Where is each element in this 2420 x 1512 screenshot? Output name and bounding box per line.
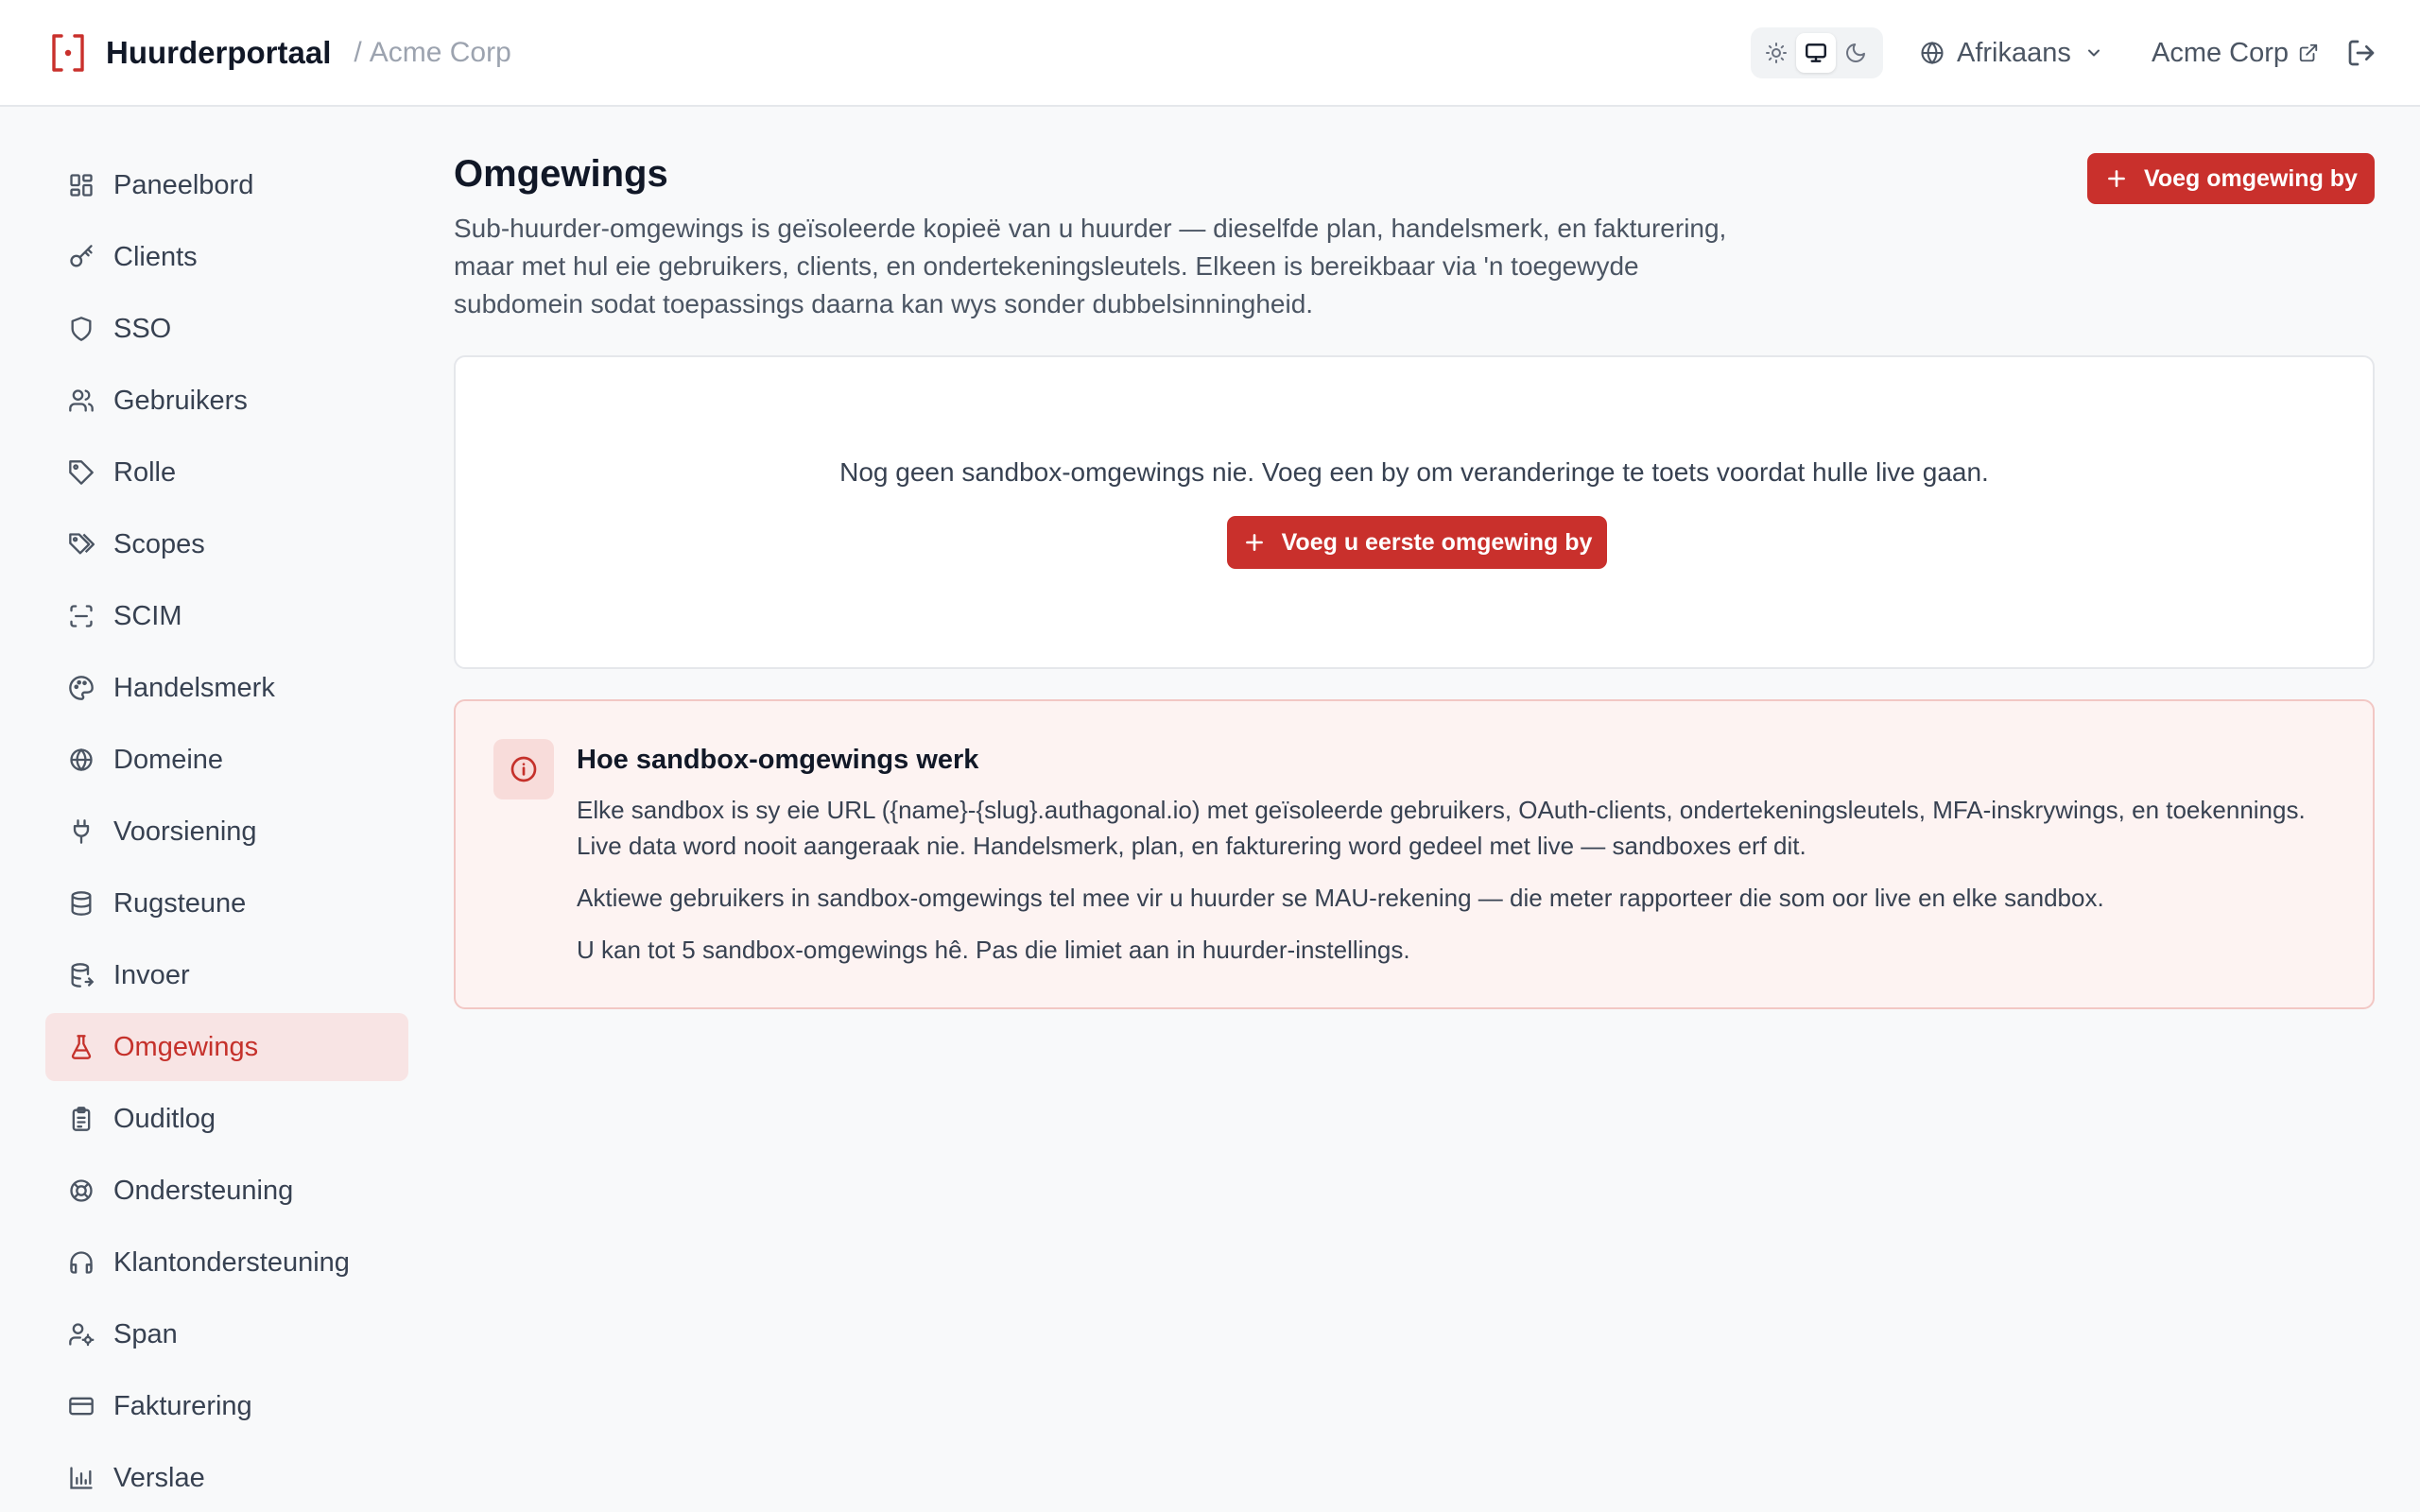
sidebar-item-ouditlog[interactable]: Ouditlog	[45, 1085, 408, 1153]
sidebar-item-invoer[interactable]: Invoer	[45, 941, 408, 1009]
sidebar-item-label: Rugsteune	[113, 887, 247, 919]
palette-icon	[66, 673, 96, 703]
sidebar-item-label: Ouditlog	[113, 1103, 216, 1134]
sidebar-item-label: Voorsiening	[113, 816, 257, 847]
plus-icon	[1242, 530, 1267, 555]
globe-icon	[66, 745, 96, 775]
sidebar-item-label: SSO	[113, 313, 172, 344]
lifebuoy-icon	[66, 1176, 96, 1206]
credit-card-icon	[66, 1391, 96, 1421]
theme-dark-button[interactable]	[1836, 33, 1876, 73]
sidebar-item-label: SCIM	[113, 600, 182, 631]
sidebar-item-scopes[interactable]: Scopes	[45, 510, 408, 578]
plus-icon	[2104, 166, 2129, 191]
add-first-environment-label: Voeg u eerste omgewing by	[1281, 528, 1593, 556]
globe-icon	[1919, 40, 1945, 66]
monitor-icon	[1804, 41, 1828, 65]
plug-icon	[66, 816, 96, 847]
sidebar-item-label: Gebruikers	[113, 385, 248, 416]
sidebar-item-rolle[interactable]: Rolle	[45, 438, 408, 507]
info-callout: Hoe sandbox-omgewings werk Elke sandbox …	[454, 699, 2375, 1009]
empty-state-card: Nog geen sandbox-omgewings nie. Voeg een…	[454, 355, 2375, 669]
info-body: Elke sandbox is sy eie URL ({name}-{slug…	[577, 792, 2344, 984]
clipboard-icon	[66, 1104, 96, 1134]
database-import-icon	[66, 960, 96, 990]
info-paragraph: U kan tot 5 sandbox-omgewings hê. Pas di…	[577, 936, 1410, 964]
breadcrumb-org: Acme Corp	[369, 37, 511, 68]
sidebar-item-label: Span	[113, 1318, 178, 1349]
info-paragraph: Aktiewe gebruikers in sandbox-omgewings …	[577, 884, 2104, 912]
sidebar-item-rugsteune[interactable]: Rugsteune	[45, 869, 408, 937]
empty-state-message: Nog geen sandbox-omgewings nie. Voeg een…	[839, 457, 1989, 487]
moon-icon	[1844, 42, 1867, 64]
sidebar-item-clients[interactable]: Clients	[45, 223, 408, 291]
brand[interactable]: Huurderportaal / Acme Corp	[49, 28, 511, 77]
sidebar-item-label: Rolle	[113, 456, 177, 488]
shield-icon	[66, 314, 96, 344]
sidebar-item-label: Scopes	[113, 528, 205, 559]
sidebar-item-label: Fakturering	[113, 1390, 252, 1421]
app-name: Huurderportaal	[106, 35, 332, 70]
logout-button[interactable]	[2342, 34, 2380, 72]
headphones-icon	[66, 1247, 96, 1278]
language-select[interactable]: Afrikaans	[1919, 32, 2103, 74]
language-label: Afrikaans	[1957, 37, 2071, 68]
sidebar-item-paneelbord[interactable]: Paneelbord	[45, 151, 408, 219]
info-title: Hoe sandbox-omgewings werk	[577, 745, 979, 775]
sidebar-item-label: Handelsmerk	[113, 672, 275, 703]
org-link-label: Acme Corp	[2152, 37, 2290, 68]
sidebar-item-span[interactable]: Span	[45, 1300, 408, 1368]
sidebar-item-label: Clients	[113, 241, 198, 272]
top-header: Huurderportaal / Acme Corp Afrikaans Acm…	[0, 0, 2420, 107]
tag-icon	[66, 457, 96, 488]
theme-light-button[interactable]	[1756, 33, 1796, 73]
add-environment-button[interactable]: Voeg omgewing by	[2087, 153, 2375, 204]
users-icon	[66, 386, 96, 416]
breadcrumb-separator: /	[354, 37, 362, 68]
sidebar-item-fakturering[interactable]: Fakturering	[45, 1372, 408, 1440]
theme-toggle	[1751, 27, 1883, 78]
scan-icon	[66, 601, 96, 631]
sidebar-item-sso[interactable]: SSO	[45, 295, 408, 363]
sidebar-item-verslae[interactable]: Verslae	[45, 1444, 408, 1512]
database-icon	[66, 888, 96, 919]
key-icon	[66, 242, 96, 272]
sidebar-item-klantondersteuning[interactable]: Klantondersteuning	[45, 1228, 408, 1297]
sun-icon	[1765, 42, 1788, 64]
page-description: Sub-huurder-omgewings is geïsoleerde kop…	[454, 214, 1727, 318]
chevron-down-icon	[2084, 43, 2103, 62]
sidebar-item-scim[interactable]: SCIM	[45, 582, 408, 650]
sidebar-item-ondersteuning[interactable]: Ondersteuning	[45, 1157, 408, 1225]
page-title: Omgewings	[454, 153, 668, 195]
sidebar-item-voorsiening[interactable]: Voorsiening	[45, 798, 408, 866]
info-icon	[493, 739, 554, 799]
dashboard-icon	[66, 170, 96, 200]
sidebar-nav: Paneelbord Clients SSO Gebruikers Rolle …	[45, 151, 408, 1512]
tags-icon	[66, 529, 96, 559]
external-link-icon	[2298, 43, 2319, 63]
sidebar-item-gebruikers[interactable]: Gebruikers	[45, 367, 408, 435]
add-first-environment-button[interactable]: Voeg u eerste omgewing by	[1227, 516, 1607, 569]
sidebar-item-label: Domeine	[113, 744, 224, 775]
sidebar-item-label: Omgewings	[113, 1031, 259, 1062]
sidebar-item-label: Invoer	[113, 959, 190, 990]
bar-chart-icon	[66, 1463, 96, 1493]
user-cog-icon	[66, 1319, 96, 1349]
org-external-link[interactable]: Acme Corp	[2152, 32, 2319, 74]
sidebar-item-omgewings[interactable]: Omgewings	[45, 1013, 408, 1081]
sidebar-item-domeine[interactable]: Domeine	[45, 726, 408, 794]
brand-logo-icon	[49, 32, 87, 74]
info-paragraph: Elke sandbox is sy eie URL ({name}-{slug…	[577, 796, 2306, 860]
sidebar-item-label: Paneelbord	[113, 169, 254, 200]
sidebar-item-label: Verslae	[113, 1462, 205, 1493]
add-environment-label: Voeg omgewing by	[2144, 164, 2358, 192]
flask-icon	[66, 1032, 96, 1062]
sidebar-item-handelsmerk[interactable]: Handelsmerk	[45, 654, 408, 722]
logout-icon	[2346, 38, 2377, 68]
theme-system-button[interactable]	[1796, 33, 1836, 73]
sidebar-item-label: Ondersteuning	[113, 1175, 294, 1206]
sidebar-item-label: Klantondersteuning	[113, 1246, 350, 1278]
